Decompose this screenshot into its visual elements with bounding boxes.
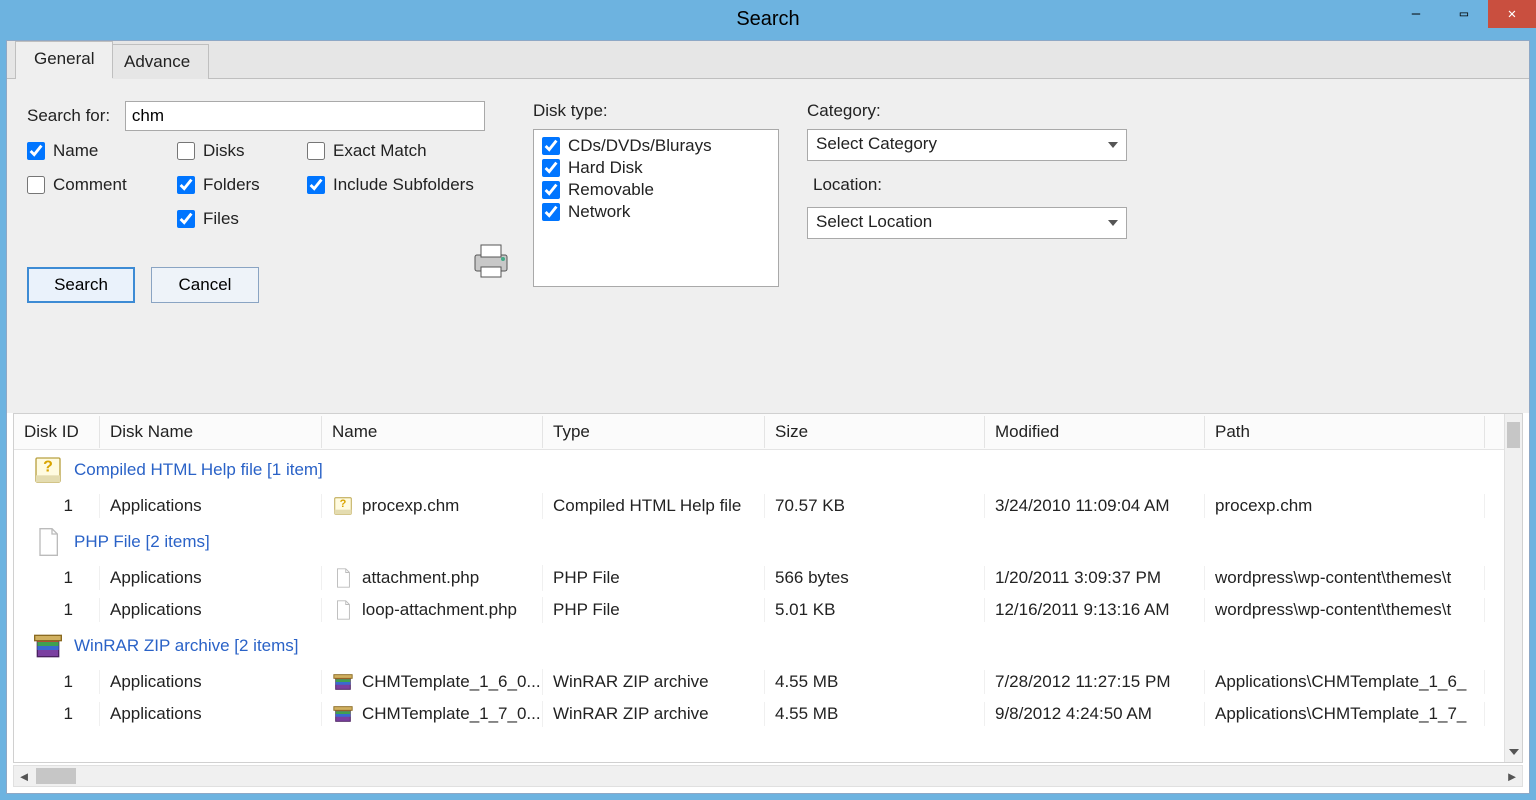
cell-modified: 9/8/2012 4:24:50 AM xyxy=(985,702,1205,726)
tab-general[interactable]: General xyxy=(15,41,113,78)
scroll-thumb-h[interactable] xyxy=(36,768,76,784)
col-disk-id[interactable]: Disk ID xyxy=(14,416,100,448)
cell-disk-name: Applications xyxy=(100,566,322,590)
title-bar: Search — ▭ ✕ xyxy=(0,0,1536,40)
cell-type: PHP File xyxy=(543,566,765,590)
maximize-button[interactable]: ▭ xyxy=(1440,0,1488,28)
cell-modified: 3/24/2010 11:09:04 AM xyxy=(985,494,1205,518)
disk-type-network[interactable]: Network xyxy=(542,202,770,222)
cancel-button[interactable]: Cancel xyxy=(151,267,259,303)
search-form: Search for: Name Disks Exact Match Comme… xyxy=(7,79,1529,413)
category-combo[interactable]: Select Category xyxy=(807,129,1127,161)
cell-name: CHMTemplate_1_7_0... xyxy=(322,701,543,727)
cell-disk-name: Applications xyxy=(100,670,322,694)
cell-path: Applications\CHMTemplate_1_6_ xyxy=(1205,670,1485,694)
cell-size: 4.55 MB xyxy=(765,702,985,726)
disk-type-cds[interactable]: CDs/DVDs/Blurays xyxy=(542,136,770,156)
cell-type: WinRAR ZIP archive xyxy=(543,702,765,726)
col-modified[interactable]: Modified xyxy=(985,416,1205,448)
group-label: WinRAR ZIP archive [2 items] xyxy=(74,636,299,656)
group-label: Compiled HTML Help file [1 item] xyxy=(74,460,323,480)
category-label: Category: xyxy=(807,101,1127,121)
cell-disk-id: 1 xyxy=(14,598,100,622)
location-combo[interactable]: Select Location xyxy=(807,207,1127,239)
printer-icon[interactable] xyxy=(467,237,515,290)
scroll-left-arrow[interactable]: ◄ xyxy=(14,769,34,784)
cell-name: procexp.chm xyxy=(322,493,543,519)
grid-header: Disk ID Disk Name Name Type Size Modifie… xyxy=(14,414,1522,450)
window-title: Search xyxy=(736,8,799,31)
cell-name: attachment.php xyxy=(322,565,543,591)
main-panel: General Advance Search for: Name Disks E… xyxy=(6,40,1530,794)
checkbox-exact-match[interactable]: Exact Match xyxy=(307,141,507,161)
cell-path: wordpress\wp-content\themes\t xyxy=(1205,598,1485,622)
cell-disk-id: 1 xyxy=(14,566,100,590)
cell-modified: 7/28/2012 11:27:15 PM xyxy=(985,670,1205,694)
disk-type-hard-disk[interactable]: Hard Disk xyxy=(542,158,770,178)
horizontal-scrollbar[interactable]: ◄ ► xyxy=(13,765,1523,787)
cell-type: WinRAR ZIP archive xyxy=(543,670,765,694)
checkbox-include-subfolders[interactable]: Include Subfolders xyxy=(307,175,507,195)
window-controls: — ▭ ✕ xyxy=(1392,0,1536,28)
search-for-input[interactable] xyxy=(125,101,485,131)
table-row[interactable]: 1ApplicationsCHMTemplate_1_7_0...WinRAR … xyxy=(14,698,1504,730)
checkbox-name[interactable]: Name xyxy=(27,141,177,161)
group-header[interactable]: WinRAR ZIP archive [2 items] xyxy=(14,626,1504,666)
table-row[interactable]: 1Applicationsloop-attachment.phpPHP File… xyxy=(14,594,1504,626)
tab-advance[interactable]: Advance xyxy=(105,44,209,79)
group-label: PHP File [2 items] xyxy=(74,532,210,552)
cell-disk-id: 1 xyxy=(14,670,100,694)
cell-disk-name: Applications xyxy=(100,702,322,726)
checkbox-folders[interactable]: Folders xyxy=(177,175,307,195)
disk-type-removable[interactable]: Removable xyxy=(542,180,770,200)
col-type[interactable]: Type xyxy=(543,416,765,448)
table-row[interactable]: 1Applicationsprocexp.chmCompiled HTML He… xyxy=(14,490,1504,522)
cell-type: Compiled HTML Help file xyxy=(543,494,765,518)
group-header[interactable]: PHP File [2 items] xyxy=(14,522,1504,562)
cell-size: 4.55 MB xyxy=(765,670,985,694)
scroll-thumb[interactable] xyxy=(1507,422,1520,448)
cell-modified: 1/20/2011 3:09:37 PM xyxy=(985,566,1205,590)
group-header[interactable]: Compiled HTML Help file [1 item] xyxy=(14,450,1504,490)
grid-body[interactable]: Compiled HTML Help file [1 item]1Applica… xyxy=(14,450,1504,762)
tab-bar: General Advance xyxy=(7,41,1529,79)
file-icon xyxy=(32,526,64,558)
cell-path: Applications\CHMTemplate_1_7_ xyxy=(1205,702,1485,726)
scroll-right-arrow[interactable]: ► xyxy=(1502,769,1522,784)
disk-type-label: Disk type: xyxy=(533,101,779,121)
col-name[interactable]: Name xyxy=(322,416,543,448)
disk-type-list[interactable]: CDs/DVDs/Blurays Hard Disk Removable Net… xyxy=(533,129,779,287)
cell-modified: 12/16/2011 9:13:16 AM xyxy=(985,598,1205,622)
cell-disk-name: Applications xyxy=(100,494,322,518)
scroll-down-arrow[interactable] xyxy=(1508,746,1519,760)
table-row[interactable]: 1ApplicationsCHMTemplate_1_6_0...WinRAR … xyxy=(14,666,1504,698)
cell-path: wordpress\wp-content\themes\t xyxy=(1205,566,1485,590)
rar-icon xyxy=(32,630,64,662)
location-label: Location: xyxy=(813,175,1127,195)
cell-name: CHMTemplate_1_6_0... xyxy=(322,669,543,695)
cell-size: 70.57 KB xyxy=(765,494,985,518)
search-button[interactable]: Search xyxy=(27,267,135,303)
cell-name: loop-attachment.php xyxy=(322,597,543,623)
table-row[interactable]: 1Applicationsattachment.phpPHP File566 b… xyxy=(14,562,1504,594)
close-button[interactable]: ✕ xyxy=(1488,0,1536,28)
col-disk-name[interactable]: Disk Name xyxy=(100,416,322,448)
results-grid[interactable]: Disk ID Disk Name Name Type Size Modifie… xyxy=(13,413,1523,763)
scroll-track[interactable] xyxy=(34,766,1502,786)
minimize-button[interactable]: — xyxy=(1392,0,1440,28)
search-for-label: Search for: xyxy=(27,106,110,125)
cell-type: PHP File xyxy=(543,598,765,622)
vertical-scrollbar[interactable] xyxy=(1504,414,1522,762)
cell-disk-id: 1 xyxy=(14,702,100,726)
checkbox-files[interactable]: Files xyxy=(177,209,307,229)
cell-size: 566 bytes xyxy=(765,566,985,590)
cell-size: 5.01 KB xyxy=(765,598,985,622)
cell-disk-id: 1 xyxy=(14,494,100,518)
cell-path: procexp.chm xyxy=(1205,494,1485,518)
col-path[interactable]: Path xyxy=(1205,416,1485,448)
checkbox-disks[interactable]: Disks xyxy=(177,141,307,161)
cell-disk-name: Applications xyxy=(100,598,322,622)
checkbox-comment[interactable]: Comment xyxy=(27,175,177,195)
col-size[interactable]: Size xyxy=(765,416,985,448)
